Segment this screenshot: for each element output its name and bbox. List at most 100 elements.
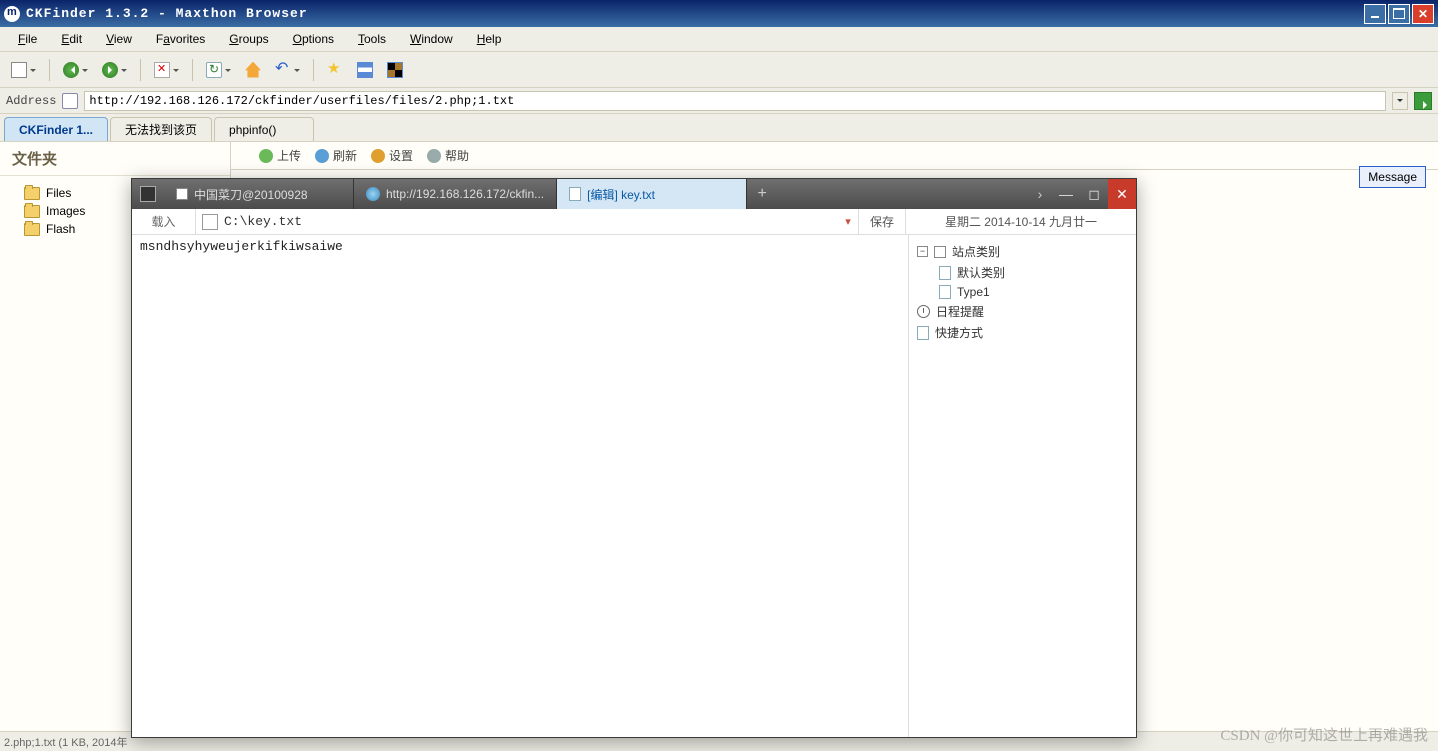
collapse-icon[interactable]: − bbox=[917, 246, 928, 257]
editor-tab-keytxt[interactable]: [编辑] key.txt bbox=[557, 179, 747, 209]
menu-edit[interactable]: Edit bbox=[51, 30, 92, 48]
list-view-button[interactable] bbox=[352, 57, 378, 83]
menu-options[interactable]: Options bbox=[283, 30, 344, 48]
folder-icon bbox=[24, 187, 40, 200]
window-minimize-button[interactable] bbox=[1364, 4, 1386, 24]
main-toolbar: ↶ ★ bbox=[0, 52, 1438, 88]
tree-default-category[interactable]: 默认类别 bbox=[917, 262, 1128, 283]
address-label: Address bbox=[6, 94, 56, 108]
forward-icon bbox=[102, 62, 118, 78]
menu-file[interactable]: File bbox=[8, 30, 47, 48]
tab-overflow-button[interactable]: › bbox=[1028, 179, 1052, 209]
editor-sidebar: −站点类别 默认类别 Type1 日程提醒 快捷方式 bbox=[908, 235, 1136, 737]
folder-icon bbox=[24, 205, 40, 218]
refresh-button[interactable]: 刷新 bbox=[315, 147, 357, 164]
address-input[interactable] bbox=[84, 91, 1386, 111]
undo-button[interactable]: ↶ bbox=[270, 57, 305, 83]
editor-new-tab-button[interactable]: + bbox=[747, 179, 777, 209]
upload-button[interactable]: 上传 bbox=[259, 147, 301, 164]
load-button[interactable]: 载入 bbox=[132, 209, 196, 234]
tree-shortcut[interactable]: 快捷方式 bbox=[917, 322, 1128, 343]
editor-tab-url[interactable]: http://192.168.126.172/ckfin... bbox=[354, 179, 557, 209]
tree-schedule[interactable]: 日程提醒 bbox=[917, 301, 1128, 322]
document-icon bbox=[11, 62, 27, 78]
toolbar-separator bbox=[140, 59, 141, 81]
home-button[interactable] bbox=[240, 57, 266, 83]
editor-titlebar[interactable]: 中国菜刀@20100928 http://192.168.126.172/ckf… bbox=[132, 179, 1136, 209]
settings-button[interactable]: 设置 bbox=[371, 147, 413, 164]
toolbar-separator bbox=[313, 59, 314, 81]
editor-body: −站点类别 默认类别 Type1 日程提醒 快捷方式 bbox=[132, 235, 1136, 737]
globe-icon bbox=[366, 187, 380, 201]
sidebar-title: 文件夹 bbox=[0, 142, 230, 176]
menu-groups[interactable]: Groups bbox=[219, 30, 278, 48]
help-icon bbox=[427, 149, 441, 163]
stop-icon bbox=[154, 62, 170, 78]
save-button[interactable]: 保存 bbox=[858, 209, 906, 234]
file-icon bbox=[202, 214, 218, 230]
back-icon bbox=[63, 62, 79, 78]
message-button[interactable]: Message bbox=[1359, 166, 1426, 188]
path-dropdown-button[interactable]: ▾ bbox=[838, 215, 858, 228]
window-close-button[interactable] bbox=[1412, 4, 1434, 24]
forward-button[interactable] bbox=[97, 57, 132, 83]
window-titlebar: CKFinder 1.3.2 - Maxthon Browser bbox=[0, 0, 1438, 27]
tab-phpinfo[interactable]: phpinfo() bbox=[214, 117, 314, 141]
back-button[interactable] bbox=[58, 57, 93, 83]
menu-window[interactable]: Window bbox=[400, 30, 463, 48]
tab-label: [编辑] key.txt bbox=[587, 186, 655, 203]
btn-label: 设置 bbox=[389, 147, 413, 164]
editor-minimize-button[interactable]: — bbox=[1052, 179, 1080, 209]
tab-notfound[interactable]: 无法找到该页 bbox=[110, 117, 212, 141]
tab-ckfinder[interactable]: CKFinder 1... bbox=[4, 117, 108, 141]
grid-view-button[interactable] bbox=[382, 57, 408, 83]
toolbar-separator bbox=[49, 59, 50, 81]
menu-help[interactable]: Help bbox=[467, 30, 512, 48]
editor-pathbar: 载入 ▾ 保存 星期二 2014-10-14 九月廿一 bbox=[132, 209, 1136, 235]
address-dropdown-button[interactable] bbox=[1392, 92, 1408, 110]
window-title: CKFinder 1.3.2 - Maxthon Browser bbox=[26, 6, 308, 21]
window-maximize-button[interactable] bbox=[1388, 4, 1410, 24]
tree-type1[interactable]: Type1 bbox=[917, 283, 1128, 301]
editor-window: 中国菜刀@20100928 http://192.168.126.172/ckf… bbox=[131, 178, 1137, 738]
undo-icon: ↶ bbox=[275, 62, 291, 78]
grid-icon bbox=[387, 62, 403, 78]
btn-label: 刷新 bbox=[333, 147, 357, 164]
address-bar: Address bbox=[0, 88, 1438, 114]
file-content-editor[interactable] bbox=[132, 235, 908, 737]
refresh-button[interactable] bbox=[201, 57, 236, 83]
editor-tab-caidao[interactable]: 中国菜刀@20100928 bbox=[164, 179, 354, 209]
clock-icon bbox=[917, 305, 930, 318]
btn-label: 帮助 bbox=[445, 147, 469, 164]
file-icon bbox=[939, 285, 951, 299]
status-text: 2.php;1.txt (1 KB, 2014年 bbox=[4, 734, 128, 750]
app-icon bbox=[4, 6, 20, 22]
file-path-input[interactable] bbox=[224, 209, 838, 234]
tab-label: http://192.168.126.172/ckfin... bbox=[386, 187, 544, 201]
menu-favorites[interactable]: Favorites bbox=[146, 30, 215, 48]
editor-maximize-button[interactable]: ◻ bbox=[1080, 179, 1108, 209]
go-button[interactable] bbox=[1414, 92, 1432, 110]
checkbox-icon bbox=[934, 246, 946, 258]
file-icon bbox=[917, 326, 929, 340]
editor-close-button[interactable]: ✕ bbox=[1108, 179, 1136, 209]
tree-site-category[interactable]: −站点类别 bbox=[917, 241, 1128, 262]
tab-label: 无法找到该页 bbox=[125, 121, 197, 138]
refresh-icon bbox=[206, 62, 222, 78]
new-doc-button[interactable] bbox=[6, 57, 41, 83]
browser-tabs: CKFinder 1... 无法找到该页 phpinfo() bbox=[0, 114, 1438, 142]
favorites-button[interactable]: ★ bbox=[322, 57, 348, 83]
tree-label: 日程提醒 bbox=[936, 303, 984, 320]
toolbar-separator bbox=[192, 59, 193, 81]
help-button[interactable]: 帮助 bbox=[427, 147, 469, 164]
upload-icon bbox=[259, 149, 273, 163]
menu-tools[interactable]: Tools bbox=[348, 30, 396, 48]
tree-label: 默认类别 bbox=[957, 264, 1005, 281]
menu-view[interactable]: View bbox=[96, 30, 142, 48]
ckfinder-toolbar: 上传 刷新 设置 帮助 bbox=[231, 142, 1438, 170]
stop-button[interactable] bbox=[149, 57, 184, 83]
date-display: 星期二 2014-10-14 九月廿一 bbox=[906, 213, 1136, 230]
folder-icon bbox=[24, 223, 40, 236]
tab-label: CKFinder 1... bbox=[19, 123, 93, 137]
folder-label: Images bbox=[46, 204, 85, 218]
